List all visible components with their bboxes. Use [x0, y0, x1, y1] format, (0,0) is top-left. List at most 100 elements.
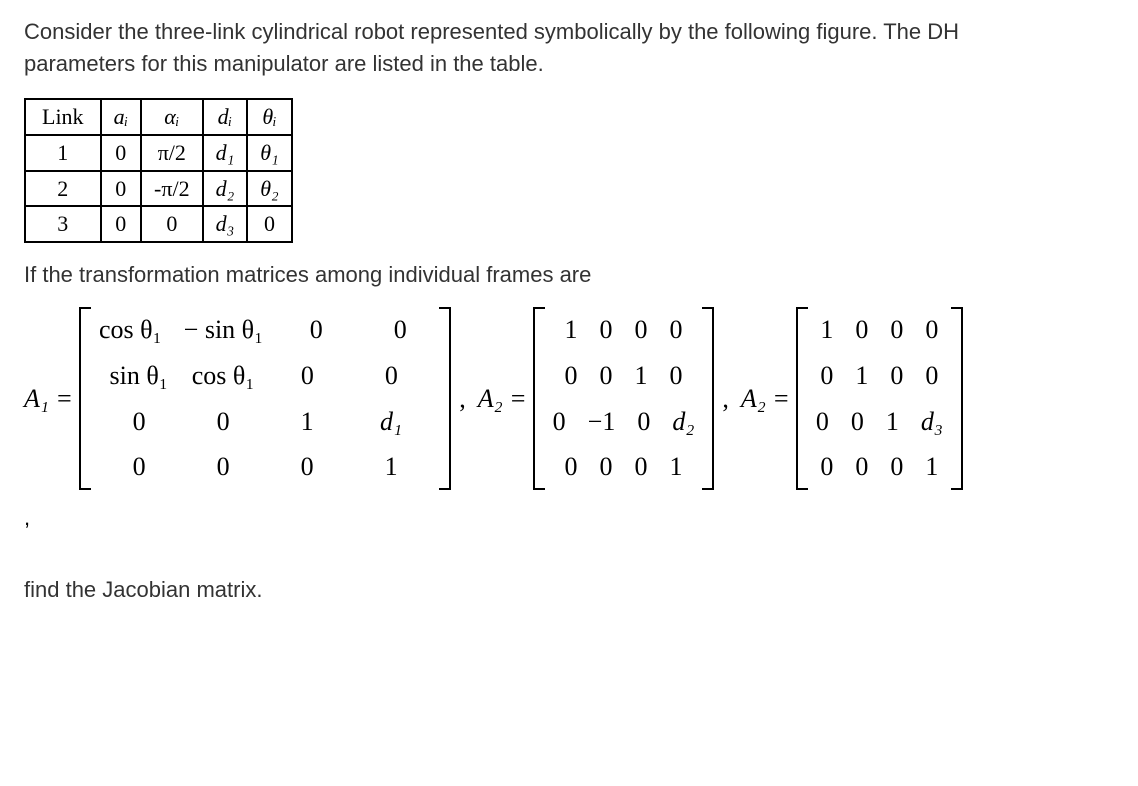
matrix-cell: 0 — [921, 307, 942, 353]
matrix-cell: 0 — [633, 399, 654, 445]
matrix-cell: 0 — [851, 444, 872, 490]
bracket-left-icon — [79, 307, 91, 490]
table-header-cell: Link — [25, 99, 101, 135]
matrix-cell: 0 — [847, 399, 868, 445]
matrix-cell: 0 — [561, 444, 582, 490]
table-row: 2 0 -π/2 d₂ θ₂ — [25, 171, 292, 207]
matrix-cell: 0 — [272, 353, 342, 399]
matrix-row: 1 0 0 0 — [812, 307, 947, 353]
separator-comma: , — [453, 380, 476, 418]
table-cell: -π/2 — [141, 171, 203, 207]
table-header-row: Link aᵢ αᵢ dᵢ θᵢ — [25, 99, 292, 135]
matrix-cell: 0 — [666, 353, 687, 399]
matrix-body: 1 0 0 0 0 1 0 0 0 0 1 d₃ 0 — [808, 307, 951, 490]
matrix-cell: 0 — [596, 353, 617, 399]
table-cell: 0 — [101, 171, 141, 207]
matrix-a3: 1 0 0 0 0 1 0 0 0 0 1 d₃ 0 — [796, 307, 963, 490]
table-cell: d₃ — [203, 206, 248, 242]
matrix-row: sin θ₁ cos θ₁ 0 0 — [95, 353, 435, 399]
table-row: 3 0 0 d₃ 0 — [25, 206, 292, 242]
matrix-cell: 0 — [104, 399, 174, 445]
matrix-a1: cos θ₁ − sin θ₁ 0 0 sin θ₁ cos θ₁ 0 0 0 … — [79, 307, 451, 490]
matrix-row: 0 0 0 1 — [812, 444, 947, 490]
separator-comma: , — [716, 380, 739, 418]
matrix-cell: 0 — [886, 353, 907, 399]
table-row: 1 0 π/2 d₁ θ₁ — [25, 135, 292, 171]
matrix-cell: 0 — [365, 307, 435, 353]
matrix-cell: 1 — [356, 444, 426, 490]
matrix-cell: 0 — [812, 399, 833, 445]
transformation-line: If the transformation matrices among ind… — [24, 259, 1114, 291]
matrix-row: 0 −1 0 d₂ — [549, 399, 699, 445]
matrix-cell: 0 — [851, 307, 872, 353]
intro-paragraph: Consider the three-link cylindrical robo… — [24, 16, 984, 80]
matrix-cell: 1 — [666, 444, 687, 490]
matrix-cell: 1 — [631, 353, 652, 399]
matrix-row: 0 0 1 d₁ — [95, 399, 435, 445]
table-cell: π/2 — [141, 135, 203, 171]
matrix-a2: 1 0 0 0 0 0 1 0 0 −1 0 d₂ — [533, 307, 715, 490]
matrix-row: 0 0 0 1 — [95, 444, 435, 490]
table-cell: 0 — [101, 206, 141, 242]
table-cell: 3 — [25, 206, 101, 242]
bracket-left-icon — [796, 307, 808, 490]
matrix-label-a1: A₁ = — [24, 380, 73, 418]
matrix-cell: 0 — [188, 444, 258, 490]
matrix-cell: 0 — [816, 353, 837, 399]
table-cell: θ₂ — [247, 171, 291, 207]
matrix-label-a2: A₂ = — [478, 380, 527, 418]
table-header-cell: aᵢ — [101, 99, 141, 135]
matrix-row: cos θ₁ − sin θ₁ 0 0 — [95, 307, 435, 353]
matrices-row: A₁ = cos θ₁ − sin θ₁ 0 0 sin θ₁ cos θ₁ 0… — [24, 307, 1114, 490]
table-cell: d₁ — [203, 135, 248, 171]
table-cell: 2 — [25, 171, 101, 207]
matrix-cell: 0 — [281, 307, 351, 353]
table-cell: 0 — [101, 135, 141, 171]
matrix-body: cos θ₁ − sin θ₁ 0 0 sin θ₁ cos θ₁ 0 0 0 … — [91, 307, 439, 490]
matrix-cell: 1 — [882, 399, 903, 445]
matrix-row: 0 0 1 d₃ — [812, 399, 947, 445]
matrix-cell: cos θ₁ — [188, 353, 259, 399]
table-cell: 1 — [25, 135, 101, 171]
final-line: find the Jacobian matrix. — [24, 574, 1114, 606]
lone-comma: , — [24, 502, 1114, 534]
matrix-cell: 0 — [921, 353, 942, 399]
matrix-row: 0 1 0 0 — [812, 353, 947, 399]
matrix-row: 0 0 0 1 — [549, 444, 699, 490]
matrix-cell: 1 — [816, 307, 837, 353]
matrix-cell: 0 — [886, 307, 907, 353]
matrix-row: 1 0 0 0 — [549, 307, 699, 353]
table-header-cell: dᵢ — [203, 99, 248, 135]
matrix-cell: −1 — [584, 399, 620, 445]
bracket-right-icon — [951, 307, 963, 490]
matrix-cell: 0 — [631, 307, 652, 353]
matrix-cell: d₂ — [668, 399, 698, 445]
matrix-cell: 1 — [851, 353, 872, 399]
bracket-left-icon — [533, 307, 545, 490]
matrix-cell: cos θ₁ — [95, 307, 166, 353]
matrix-cell: d₁ — [356, 399, 426, 445]
page: Consider the three-link cylindrical robo… — [0, 0, 1138, 786]
matrix-cell: 0 — [549, 399, 570, 445]
table-header-cell: θᵢ — [247, 99, 291, 135]
matrix-cell: d₃ — [917, 399, 947, 445]
bracket-right-icon — [439, 307, 451, 490]
matrix-cell: 1 — [921, 444, 942, 490]
matrix-cell: 0 — [272, 444, 342, 490]
matrix-cell: 1 — [561, 307, 582, 353]
bracket-right-icon — [702, 307, 714, 490]
table-cell: 0 — [141, 206, 203, 242]
matrix-cell: 0 — [666, 307, 687, 353]
matrix-cell: 0 — [631, 444, 652, 490]
matrix-cell: 0 — [104, 444, 174, 490]
table-cell: θ₁ — [247, 135, 291, 171]
table-cell: 0 — [247, 206, 291, 242]
matrix-row: 0 0 1 0 — [549, 353, 699, 399]
matrix-label-a3: A₂ = — [741, 380, 790, 418]
matrix-cell: 0 — [596, 307, 617, 353]
table-cell: d₂ — [203, 171, 248, 207]
matrix-cell: − sin θ₁ — [180, 307, 268, 353]
matrix-cell: 0 — [188, 399, 258, 445]
matrix-cell: 1 — [272, 399, 342, 445]
matrix-cell: 0 — [886, 444, 907, 490]
